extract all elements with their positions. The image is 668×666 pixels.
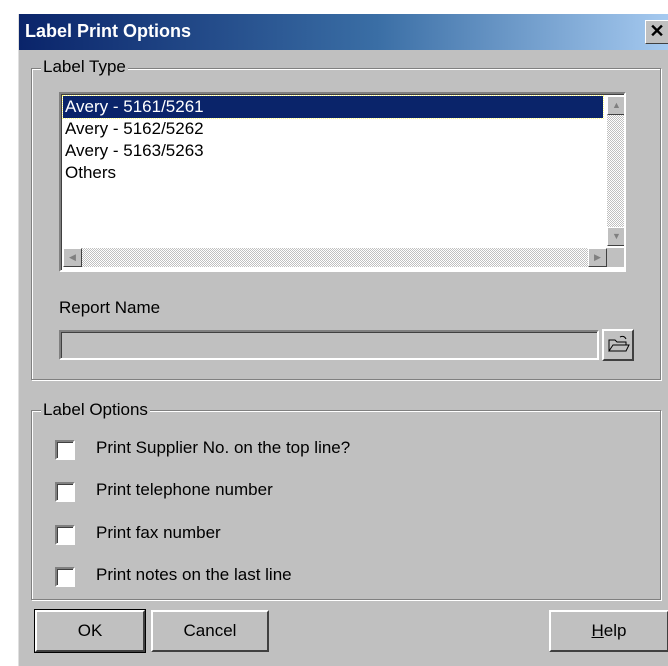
arrow-left-icon: ◀ xyxy=(69,252,76,262)
browse-button[interactable] xyxy=(602,329,634,361)
list-item[interactable]: Avery - 5161/5261 xyxy=(62,95,604,119)
scroll-left-button[interactable]: ◀ xyxy=(63,248,82,267)
supplier-no-label: Print Supplier No. on the top line? xyxy=(96,438,351,457)
ok-button[interactable]: OK xyxy=(34,609,146,653)
close-button[interactable]: ✕ xyxy=(645,20,668,44)
cancel-button[interactable]: Cancel xyxy=(151,610,269,652)
scroll-right-button[interactable]: ▶ xyxy=(588,248,607,267)
telephone-checkbox[interactable] xyxy=(55,482,75,502)
scrollbar-corner xyxy=(607,248,624,267)
title-bar[interactable]: Label Print Options ✕ xyxy=(19,14,668,50)
dialog-title: Label Print Options xyxy=(25,21,192,41)
vertical-scrollbar[interactable] xyxy=(607,96,624,246)
list-item[interactable]: Others xyxy=(63,162,116,184)
horizontal-scrollbar[interactable] xyxy=(63,248,607,267)
help-button[interactable]: Help xyxy=(549,610,668,652)
fax-label: Print fax number xyxy=(96,523,221,542)
arrow-right-icon: ▶ xyxy=(594,252,601,262)
close-icon: ✕ xyxy=(649,21,665,41)
supplier-no-checkbox[interactable] xyxy=(55,440,75,460)
label-print-options-dialog: Label Print Options ✕ Label Type Avery -… xyxy=(18,14,668,666)
list-item[interactable]: Avery - 5162/5262 xyxy=(63,118,204,140)
notes-label: Print notes on the last line xyxy=(96,565,292,584)
label-options-legend: Label Options xyxy=(41,400,150,420)
label-type-legend: Label Type xyxy=(41,57,128,77)
report-name-field[interactable] xyxy=(59,330,599,360)
fax-checkbox[interactable] xyxy=(55,525,75,545)
scroll-up-button[interactable]: ▲ xyxy=(607,96,624,115)
arrow-down-icon: ▼ xyxy=(612,231,621,241)
scroll-down-button[interactable]: ▼ xyxy=(607,227,624,246)
telephone-label: Print telephone number xyxy=(96,480,273,499)
list-item[interactable]: Avery - 5163/5263 xyxy=(63,140,204,162)
folder-open-icon xyxy=(608,335,630,352)
label-type-listbox[interactable]: Avery - 5161/5261 Avery - 5162/5262 Aver… xyxy=(59,92,626,272)
arrow-up-icon: ▲ xyxy=(612,100,621,110)
report-name-label: Report Name xyxy=(59,298,161,317)
notes-checkbox[interactable] xyxy=(55,567,75,587)
